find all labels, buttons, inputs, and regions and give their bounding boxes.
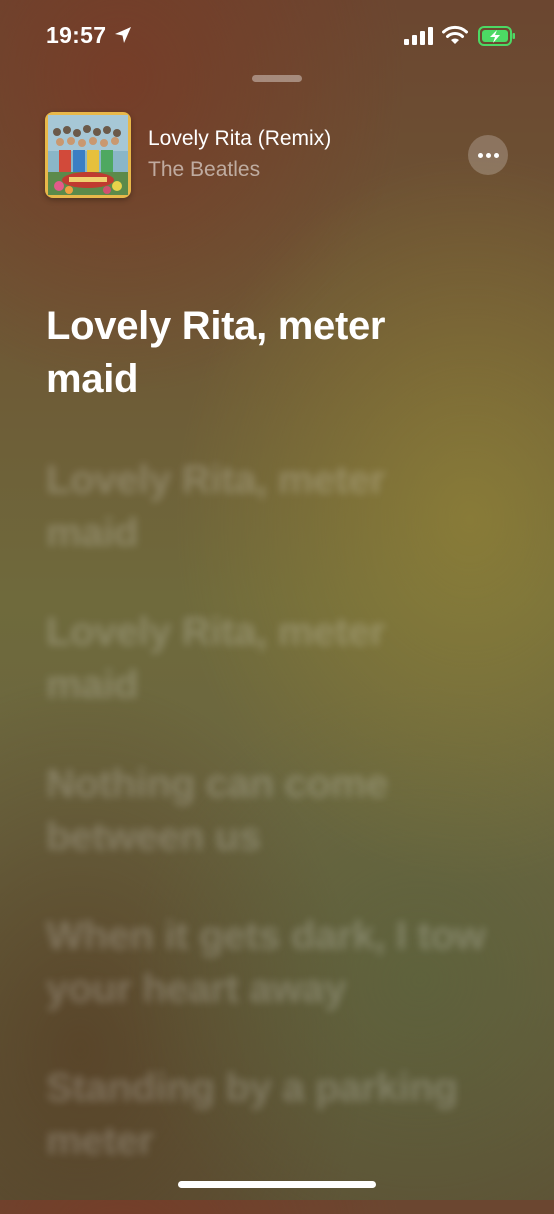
lyrics-view[interactable]: Lovely Rita, meter maid Lovely Rita, met… xyxy=(46,300,486,1214)
status-time: 19:57 xyxy=(46,22,107,48)
lyric-line[interactable]: Standing by a parking meter xyxy=(46,1062,486,1168)
lyric-line[interactable]: Lovely Rita, meter maid xyxy=(46,606,486,712)
track-artist[interactable]: The Beatles xyxy=(148,158,260,182)
more-options-button[interactable] xyxy=(468,135,508,175)
location-arrow-icon xyxy=(115,27,131,43)
ellipsis-icon xyxy=(493,152,499,158)
current-lyric-line[interactable]: Lovely Rita, meter maid xyxy=(46,300,486,406)
album-cover-image xyxy=(45,112,131,198)
status-bar: 19:57 xyxy=(0,0,554,70)
battery-charging-icon xyxy=(478,26,515,46)
lyric-line[interactable]: Nothing can come between us xyxy=(46,758,486,864)
album-art[interactable] xyxy=(45,112,131,198)
lyric-line[interactable]: Lovely Rita, meter maid xyxy=(46,454,486,560)
ellipsis-icon xyxy=(485,152,491,158)
sheet-grabber[interactable] xyxy=(252,75,302,82)
lyric-line[interactable]: When it gets dark, I tow your heart away xyxy=(46,910,486,1016)
cellular-signal-icon xyxy=(404,27,433,45)
wifi-icon xyxy=(442,25,468,44)
ellipsis-icon xyxy=(477,152,483,158)
track-title[interactable]: Lovely Rita (Remix) xyxy=(148,127,331,151)
home-indicator[interactable] xyxy=(178,1181,376,1188)
